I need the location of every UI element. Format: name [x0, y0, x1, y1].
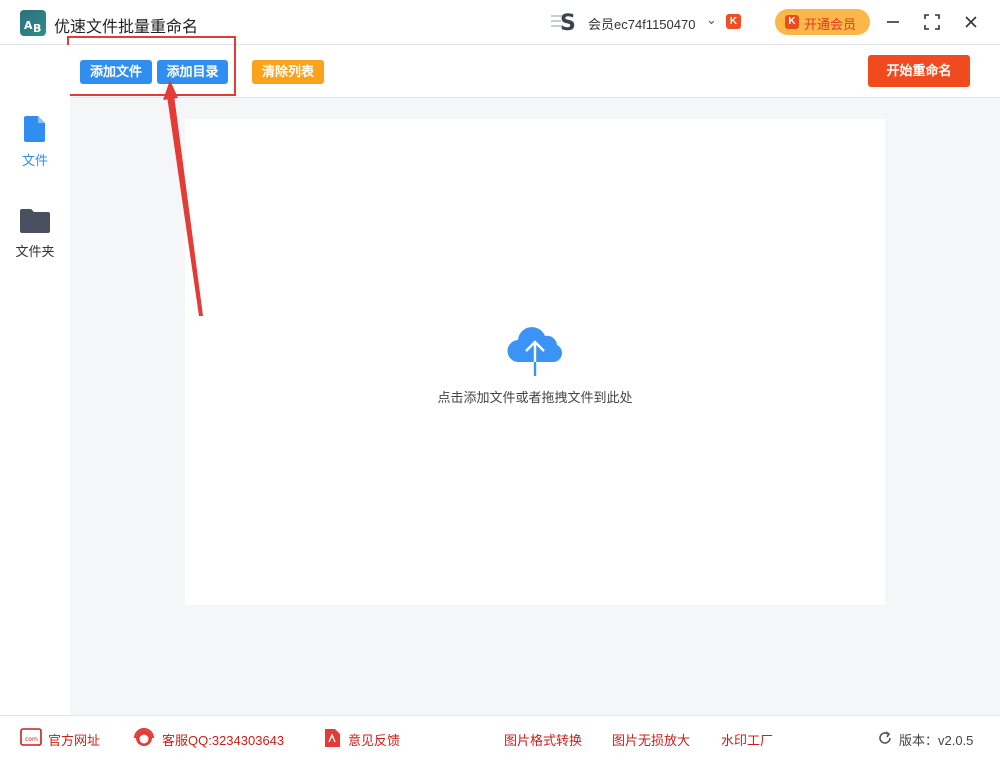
file-icon [24, 116, 45, 142]
logo-letter-b: B [33, 22, 42, 35]
customer-service-icon [134, 728, 154, 746]
app-title: 优速文件批量重命名 [54, 19, 199, 36]
customer-service-qq[interactable]: 客服QQ:3234303643 [162, 730, 284, 749]
refresh-icon [879, 731, 891, 744]
user-name[interactable]: 会员ec74f1150470 [588, 14, 695, 33]
svg-text:com: com [25, 736, 38, 743]
open-vip-button[interactable]: K 开通会员 [775, 9, 870, 35]
folder-icon [20, 209, 50, 233]
sidebar: 文件 文件夹 [0, 45, 70, 715]
close-icon[interactable] [959, 10, 983, 34]
drop-zone[interactable]: 点击添加文件或者拖拽文件到此处 [185, 119, 885, 605]
minimize-icon[interactable] [881, 10, 905, 34]
website-icon: com [20, 728, 42, 746]
sidebar-item-file[interactable]: 文件 [0, 115, 70, 169]
image-lossless-enlarge-link[interactable]: 图片无损放大 [612, 730, 690, 749]
svg-text:S: S [560, 11, 576, 33]
drop-hint-text: 点击添加文件或者拖拽文件到此处 [437, 390, 633, 405]
sidebar-item-folder[interactable]: 文件夹 [0, 208, 70, 260]
feedback-link[interactable]: 意见反馈 [348, 730, 400, 749]
footer-bar: com 官方网址 客服QQ:3234303643 意见反馈 图片格式转换 图片无… [0, 715, 1000, 761]
open-vip-label: 开通会员 [804, 17, 857, 32]
logo-letter-a: A [24, 19, 33, 32]
app-logo: A B [20, 10, 46, 36]
feedback-icon [325, 729, 340, 747]
user-dropdown-chevron-icon[interactable]: ⌄ [706, 12, 717, 28]
cloud-upload-icon [507, 327, 562, 376]
sidebar-item-label: 文件 [21, 153, 48, 168]
version-label: 版本：v2.0.5 [899, 733, 974, 748]
vip-badge-icon: K [726, 14, 741, 29]
image-format-convert-link[interactable]: 图片格式转换 [504, 730, 582, 749]
start-rename-button[interactable]: 开始重命名 [868, 55, 970, 87]
watermark-factory-link[interactable]: 水印工厂 [721, 730, 773, 749]
clear-list-button[interactable]: 清除列表 [252, 60, 324, 84]
vip-k-icon: K [785, 15, 799, 29]
maximize-icon[interactable] [920, 10, 944, 34]
user-avatar-icon: S [551, 11, 576, 33]
website-link[interactable]: 官方网址 [48, 730, 100, 749]
sidebar-item-label: 文件夹 [15, 244, 55, 259]
highlight-box [67, 36, 236, 96]
